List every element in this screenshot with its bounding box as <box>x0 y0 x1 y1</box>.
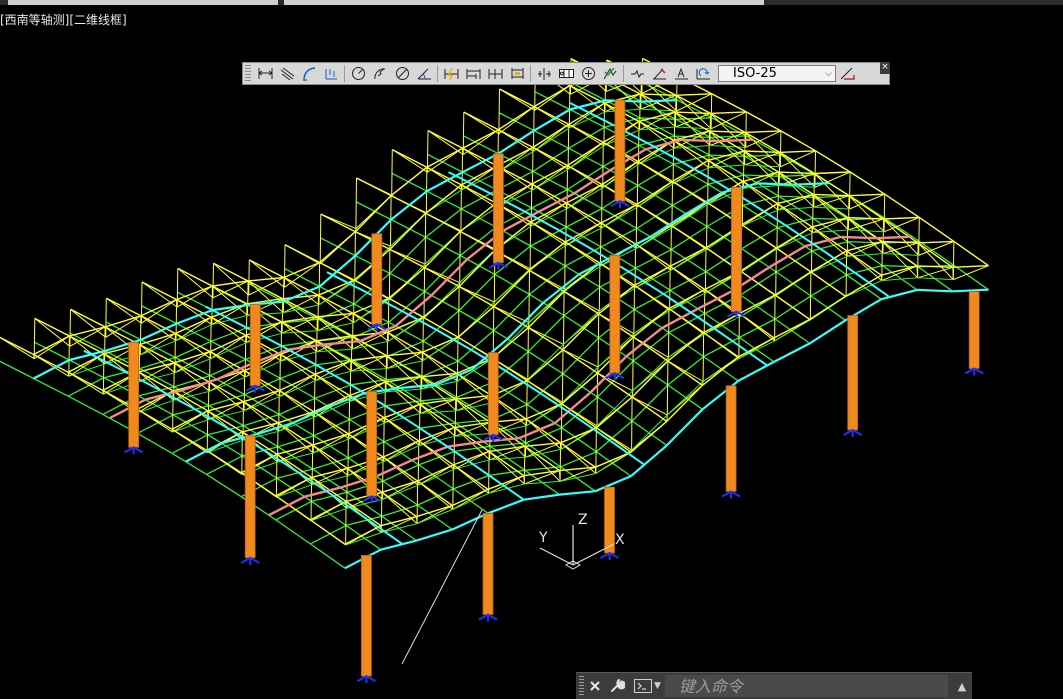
jogged-dimension-icon <box>373 68 385 80</box>
dimension-edit-button[interactable] <box>648 64 670 83</box>
dimension-text-edit-icon <box>674 67 688 80</box>
dimension-text-edit-button[interactable] <box>670 64 692 83</box>
visual-style-control[interactable]: [二维线框] <box>69 13 126 27</box>
dimension-space-button[interactable] <box>506 64 528 83</box>
linear-dimension-icon <box>258 68 272 79</box>
quick-dimension-icon <box>444 67 458 81</box>
dimension-break-button[interactable] <box>533 64 555 83</box>
dimension-space-icon <box>511 68 523 79</box>
arc-length-dimension-button[interactable] <box>298 64 320 83</box>
dimension-style-icon <box>840 67 855 80</box>
center-mark-icon <box>581 67 595 80</box>
command-input[interactable] <box>664 675 948 697</box>
command-prompt-icon <box>634 679 652 693</box>
radius-dimension-icon <box>351 67 365 80</box>
toolbar-separator <box>344 65 345 82</box>
toolbar-close-button[interactable]: × <box>880 62 890 74</box>
radius-dimension-button[interactable] <box>347 64 369 83</box>
linear-dimension-button[interactable] <box>254 64 276 83</box>
toolbar-separator <box>530 65 531 82</box>
top-tab-segment[interactable] <box>284 0 764 5</box>
dimension-style-value: ISO-25 <box>733 66 777 81</box>
aligned-dimension-icon <box>280 67 294 81</box>
dimension-style-dropdown[interactable]: ISO-25 ⌵ <box>718 65 836 82</box>
command-line-bar: ▼ ▲ <box>576 672 972 699</box>
ucs-y-label: Y <box>538 530 548 546</box>
close-icon[interactable] <box>584 675 606 697</box>
ordinate-dimension-icon <box>325 69 337 80</box>
dimension-update-button[interactable] <box>692 64 714 83</box>
chevron-down-icon: ⌵ <box>825 68 832 79</box>
dimension-break-icon <box>537 68 551 80</box>
arc-length-dimension-icon <box>302 67 315 81</box>
top-tab-segment[interactable] <box>8 0 278 5</box>
recent-commands-button[interactable]: ▼ <box>634 679 661 693</box>
view-control[interactable]: [西南等轴测] <box>0 13 69 27</box>
toolbar-separator <box>623 65 624 82</box>
dropdown-arrow-icon: ▼ <box>654 681 661 691</box>
jogged-linear-button[interactable] <box>626 64 648 83</box>
window-top-strip <box>0 0 1063 5</box>
dimension-style-button[interactable] <box>836 64 858 83</box>
toolbar-separator <box>437 65 438 82</box>
dimension-edit-icon <box>652 68 666 80</box>
inspection-button[interactable] <box>599 64 621 83</box>
angular-dimension-button[interactable] <box>413 64 435 83</box>
quick-dimension-button[interactable] <box>440 64 462 83</box>
viewport-controls: [西南等轴测][二维线框] <box>0 12 127 28</box>
ucs-z-label: Z <box>578 512 588 528</box>
ucs-x-label: X <box>615 532 625 548</box>
continue-dimension-button[interactable] <box>484 64 506 83</box>
center-mark-button[interactable] <box>577 64 599 83</box>
angular-dimension-icon <box>417 68 431 80</box>
aligned-dimension-button[interactable] <box>276 64 298 83</box>
wrench-icon[interactable] <box>606 675 628 697</box>
dimension-toolbar: ISO-25 ⌵ × <box>242 62 890 85</box>
ordinate-dimension-button[interactable] <box>320 64 342 83</box>
diameter-dimension-button[interactable] <box>391 64 413 83</box>
tolerance-button[interactable] <box>555 64 577 83</box>
command-history-up-icon[interactable]: ▲ <box>952 680 972 693</box>
jogged-linear-icon <box>630 69 644 79</box>
model-space-canvas[interactable]: Z Y X <box>0 0 1063 699</box>
jogged-dimension-button[interactable] <box>369 64 391 83</box>
diameter-dimension-icon <box>395 67 409 80</box>
baseline-dimension-button[interactable] <box>462 64 484 83</box>
toolbar-grip[interactable] <box>245 65 251 82</box>
dimension-update-icon <box>696 68 710 80</box>
tolerance-icon <box>558 69 574 78</box>
space-truss-roof-structure <box>0 57 989 684</box>
continue-dimension-icon <box>488 69 502 79</box>
baseline-dimension-icon <box>466 69 480 79</box>
inspection-icon <box>603 67 616 80</box>
